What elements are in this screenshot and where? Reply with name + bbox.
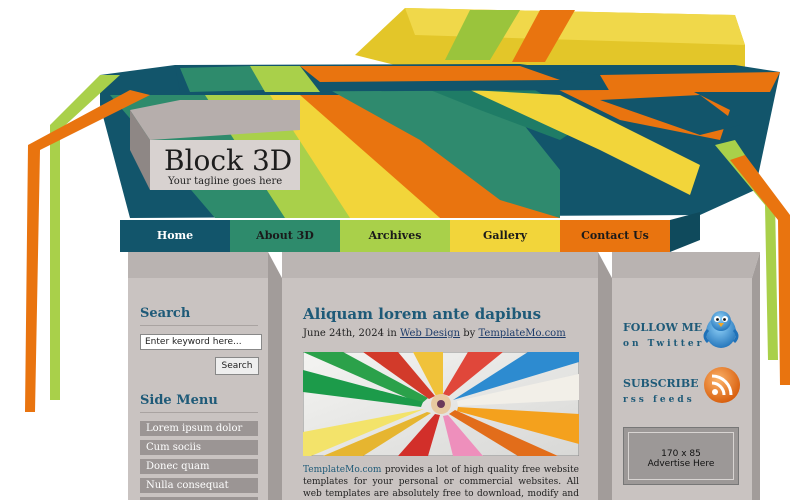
side-menu-item[interactable]: Nulla consequat xyxy=(140,478,258,493)
colored-pencils-image xyxy=(303,352,579,456)
col-left-side xyxy=(268,252,282,500)
post-body-link[interactable]: TemplateMo.com xyxy=(303,465,381,475)
divider xyxy=(140,412,258,413)
post-date: June 24th, 2024 xyxy=(303,328,384,339)
page: Block 3D Your tagline goes here Home Abo… xyxy=(0,0,800,500)
post-body: TemplateMo.com provides a lot of high qu… xyxy=(303,464,579,500)
search-input[interactable]: Enter keyword here... xyxy=(140,334,262,350)
nav-label: Home xyxy=(156,229,194,242)
subscribe-subtitle: rss feeds xyxy=(623,395,695,405)
ad-box[interactable]: 170 x 85 Advertise Here xyxy=(623,427,739,485)
nav-gallery[interactable]: Gallery xyxy=(450,220,560,252)
nav-label: Archives xyxy=(368,229,422,242)
side-menu-item[interactable]: Donec quam xyxy=(140,459,258,474)
search-button[interactable]: Search xyxy=(215,357,259,375)
post-category-link[interactable]: Web Design xyxy=(400,328,460,339)
site-title: Block 3D xyxy=(164,144,293,177)
follow-subtitle: on Twitter xyxy=(623,339,705,349)
ad-inner: 170 x 85 Advertise Here xyxy=(628,432,734,480)
ad-text: Advertise Here xyxy=(647,459,715,469)
post-author-link[interactable]: TemplateMo.com xyxy=(479,328,566,339)
logo-block[interactable]: Block 3D Your tagline goes here xyxy=(150,140,300,190)
twitter-bird-icon[interactable] xyxy=(702,308,740,350)
col-mid-top xyxy=(282,252,598,278)
rss-feed-icon[interactable] xyxy=(703,366,741,404)
nav-label: Contact Us xyxy=(581,229,649,242)
post-meta: June 24th, 2024 in Web Design by Templat… xyxy=(303,328,566,339)
post-in-word: in xyxy=(387,328,397,339)
side-menu-item[interactable]: Lorem ipsum dolor xyxy=(140,421,258,436)
nav-archives[interactable]: Archives xyxy=(340,220,450,252)
subscribe-link[interactable]: SUBSCRIBE xyxy=(623,377,699,390)
col-left-top xyxy=(128,252,268,278)
side-menu-item[interactable]: Cum sociis xyxy=(140,440,258,455)
col-right-side xyxy=(752,252,760,500)
side-menu-heading: Side Menu xyxy=(140,393,218,408)
slab-rear-green xyxy=(180,66,265,92)
search-heading: Search xyxy=(140,306,191,321)
follow-me-link[interactable]: FOLLOW ME xyxy=(623,321,702,334)
nav-label: About 3D xyxy=(256,229,314,242)
col-right-top xyxy=(612,252,760,278)
nav-about-3d[interactable]: About 3D xyxy=(230,220,340,252)
site-tagline: Your tagline goes here xyxy=(168,176,283,187)
nav-label: Gallery xyxy=(482,229,528,242)
col-mid-side xyxy=(598,252,612,500)
post-by-word: by xyxy=(463,328,476,339)
nav-contact-us[interactable]: Contact Us xyxy=(560,220,670,252)
ad-size: 170 x 85 xyxy=(661,449,701,459)
slab-right-orange xyxy=(600,72,780,92)
nav-home[interactable]: Home xyxy=(120,220,230,252)
slab-rear-orange xyxy=(300,66,560,82)
post-title[interactable]: Aliquam lorem ante dapibus xyxy=(303,305,541,323)
divider xyxy=(140,325,258,326)
